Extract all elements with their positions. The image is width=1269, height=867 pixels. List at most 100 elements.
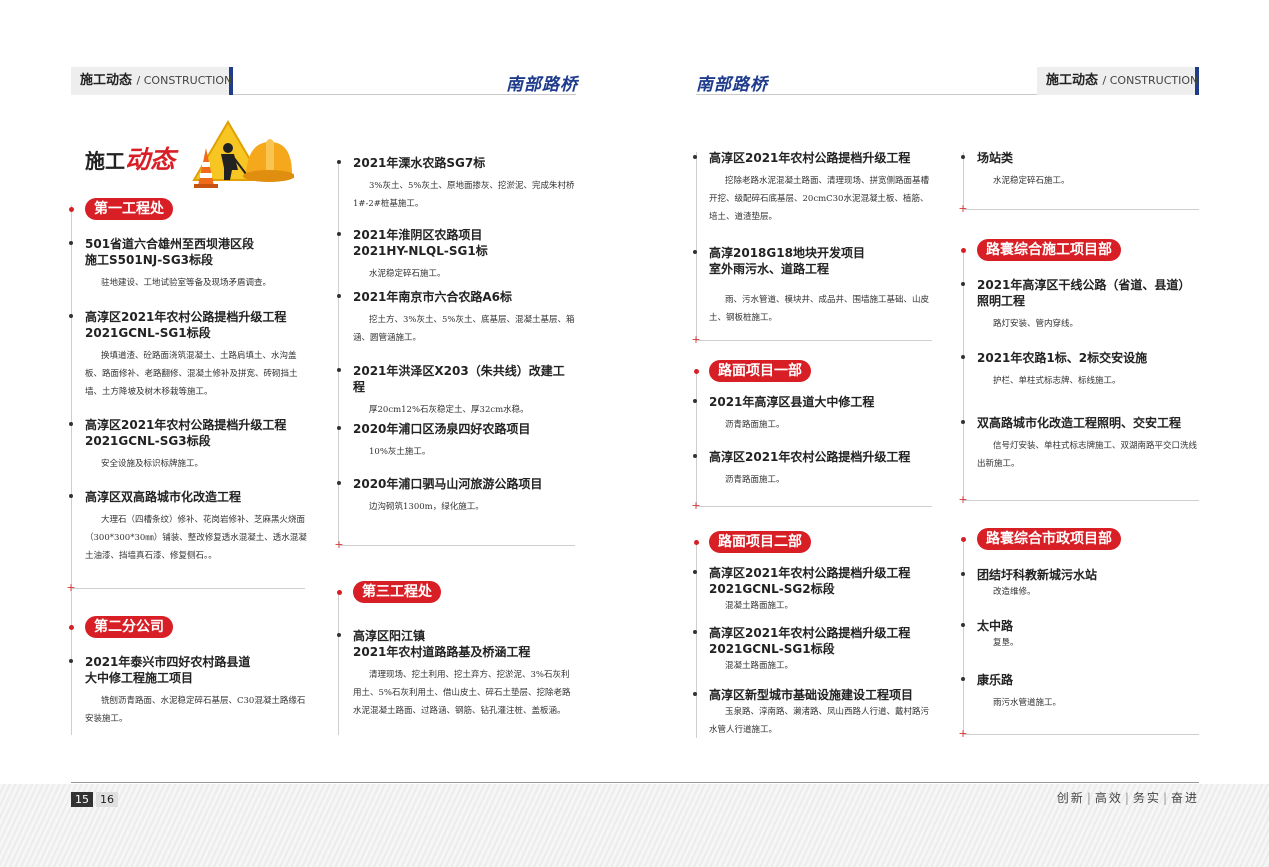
bullet [337,294,341,298]
project-title: 高淳区2021年农村公路提档升级工程 2021GCNL-SG2标段 [709,566,911,596]
section-marker [337,590,342,595]
project-item: 高淳区阳江镇 2021年农村道路路基及桥涵工程 清理现场、挖土利用、挖土弃方、挖… [337,628,575,720]
right-col-2: 场站类 水泥稳定碎石施工。 + 路寰综合施工项目部 2021年高淳区干线公路（省… [958,0,1201,867]
plus-mark: + [691,333,701,346]
section-rule [963,209,1199,210]
project-item: 高淳区2021年农村公路提档升级工程 2021GCNL-SG1标段 换填道渣、砼… [69,309,307,401]
section-badge: 路面项目二部 [709,531,811,553]
project-desc: 换填道渣、砼路面浇筑混凝土、土路肩填土、水沟盖板、路面修补、老路翻修、混凝土修补… [85,351,298,397]
project-item: 2020年浦口区汤泉四好农路项目 10%灰土施工。 [337,421,575,461]
section-luhuan-construction: 路寰综合施工项目部 [977,239,1201,261]
column-rule [338,590,339,735]
page-number-right: 16 [96,792,118,807]
project-desc: 挖除老路水泥混凝土路面、清理现场、拼宽侧路面基槽开挖、级配碎石底基层、20cmC… [709,176,930,222]
project-title: 2020年浦口驷马山河旅游公路项目 [353,477,543,491]
column-rule [696,152,697,340]
project-title: 2021年高淳区县道大中修工程 [709,395,875,409]
section-marker [69,207,74,212]
bullet [337,481,341,485]
slogan-word: 奋进 [1170,791,1199,805]
project-item: 2021年南京市六合农路A6标 挖土方、3%灰土、5%灰土、底基层、混凝土基层、… [337,289,575,347]
project-item: 场站类 水泥稳定碎石施工。 [961,150,1201,190]
section-badge: 第二分公司 [85,616,173,638]
project-title: 2021年南京市六合农路A6标 [353,290,513,304]
section-1: 第一工程处 [85,198,307,220]
column-rule [963,537,964,735]
project-item: 2021年农路1标、2标交安设施 护栏、单柱式标志牌、标线施工。 [961,350,1201,390]
bullet [693,692,697,696]
right-page: 南部路桥 施工动态 / CONSTRUCTION 高淳区2021年农村公路提档升… [634,0,1269,867]
bullet [693,454,697,458]
project-desc: 改造维修。 [993,587,1036,597]
project-item: 高淳区新型城市基础设施建设工程项目 玉泉路、淳南路、濑渚路、凤山西路人行道、戴村… [693,687,931,739]
project-item: 高淳区2021年农村公路提档升级工程 挖除老路水泥混凝土路面、清理现场、拼宽侧路… [693,150,931,226]
bullet [961,355,965,359]
section-3: 第三工程处 [353,581,575,603]
section-road-1: 路面项目一部 [709,360,931,382]
slogan-word: 务实 [1132,791,1161,805]
project-desc: 路灯安装、管内穿线。 [993,319,1079,329]
section-rule [696,506,932,507]
page-number-left: 15 [71,792,93,807]
project-desc: 玉泉路、淳南路、濑渚路、凤山西路人行道、戴村路污水管人行道施工。 [709,707,930,735]
section-marker [961,248,966,253]
plus-mark: + [958,202,968,215]
project-title: 高淳区新型城市基础设施建设工程项目 [709,688,914,702]
plus-mark: + [334,538,344,551]
project-title: 2021年高淳区干线公路（省道、县道） 照明工程 [977,278,1191,308]
section-marker [961,537,966,542]
bullet [961,623,965,627]
bullet [69,314,73,318]
project-item: 康乐路 雨污水管道施工。 [961,672,1201,712]
section-badge: 路寰综合市政项目部 [977,528,1121,550]
project-desc: 厚20cm12%石灰稳定土、厚32cm水稳。 [369,405,529,415]
section-badge: 路面项目一部 [709,360,811,382]
project-item: 2020年浦口驷马山河旅游公路项目 边沟砌筑1300m，绿化施工。 [337,476,575,516]
section-rule [71,588,305,589]
bullet [961,572,965,576]
bullet [693,155,697,159]
project-title: 高淳区2021年农村公路提档升级工程 2021GCNL-SG1标段 [85,310,287,340]
project-title: 2021年泰兴市四好农村路县道 大中修工程施工项目 [85,655,251,685]
left-col-2: 2021年溧水农路SG7标 3%灰土、5%灰土、原地面掺灰、挖淤泥、完成朱村桥1… [334,0,575,867]
project-item: 团结圩科教新城污水站 改造维修。 [961,567,1201,601]
project-item: 2021年泰兴市四好农村路县道 大中修工程施工项目 铣刨沥青路面、水泥稳定碎石基… [69,654,307,728]
bullet [693,570,697,574]
project-title: 2021年农路1标、2标交安设施 [977,351,1148,365]
project-title: 高淳区2021年农村公路提档升级工程 [709,151,911,165]
section-luhuan-municipal: 路寰综合市政项目部 [977,528,1201,550]
slogan-word: 高效 [1094,791,1123,805]
bullet [961,677,965,681]
project-item: 高淳区双高路城市化改造工程 大理石（四槽条纹）修补、花岗岩修补、芝麻黑火烧面（3… [69,489,307,565]
project-item: 高淳2018G18地块开发项目 室外雨污水、道路工程 雨、污水管道、模块井、成品… [693,245,931,327]
project-desc: 安全设施及标识标牌施工。 [101,459,204,469]
bullet [69,659,73,663]
section-badge: 第一工程处 [85,198,173,220]
project-title: 高淳区阳江镇 2021年农村道路路基及桥涵工程 [353,629,531,659]
column-rule [71,205,72,735]
project-item: 高淳区2021年农村公路提档升级工程 2021GCNL-SG1标段 混凝土路面施… [693,625,931,675]
section-rule [696,340,932,341]
slogan: 创新 | 高效 | 务实 | 奋进 [1057,789,1199,806]
project-desc: 雨、污水管道、模块井、成品井、围墙施工基础、山皮土、钢板桩施工。 [709,295,930,323]
project-title: 高淳区2021年农村公路提档升级工程 2021GCNL-SG1标段 [709,626,911,656]
project-item: 高淳区2021年农村公路提档升级工程 沥青路面施工。 [693,449,931,489]
column-rule [696,370,697,505]
project-item: 501省道六合雄州至西坝港区段 施工S501NJ-SG3标段 驻地建设、工地试验… [69,236,307,292]
bullet [69,241,73,245]
project-title: 高淳区2021年农村公路提档升级工程 2021GCNL-SG3标段 [85,418,287,448]
section-road-2: 路面项目二部 [709,531,931,553]
project-title: 康乐路 [977,673,1014,687]
project-title: 场站类 [977,151,1014,165]
project-title: 2020年浦口区汤泉四好农路项目 [353,422,531,436]
project-desc: 沥青路面施工。 [725,475,785,485]
bullet [961,155,965,159]
bullet [693,399,697,403]
project-desc: 3%灰土、5%灰土、原地面掺灰、挖淤泥、完成朱村桥1#-2#桩基施工。 [353,181,575,209]
project-desc: 铣刨沥青路面、水泥稳定碎石基层、C30混凝土路缘石安装施工。 [85,696,306,724]
bullet [69,422,73,426]
section-rule [339,545,575,546]
project-desc: 边沟砌筑1300m，绿化施工。 [369,502,484,512]
plus-mark: + [958,493,968,506]
project-title: 双高路城市化改造工程照明、交安工程 [977,416,1182,430]
